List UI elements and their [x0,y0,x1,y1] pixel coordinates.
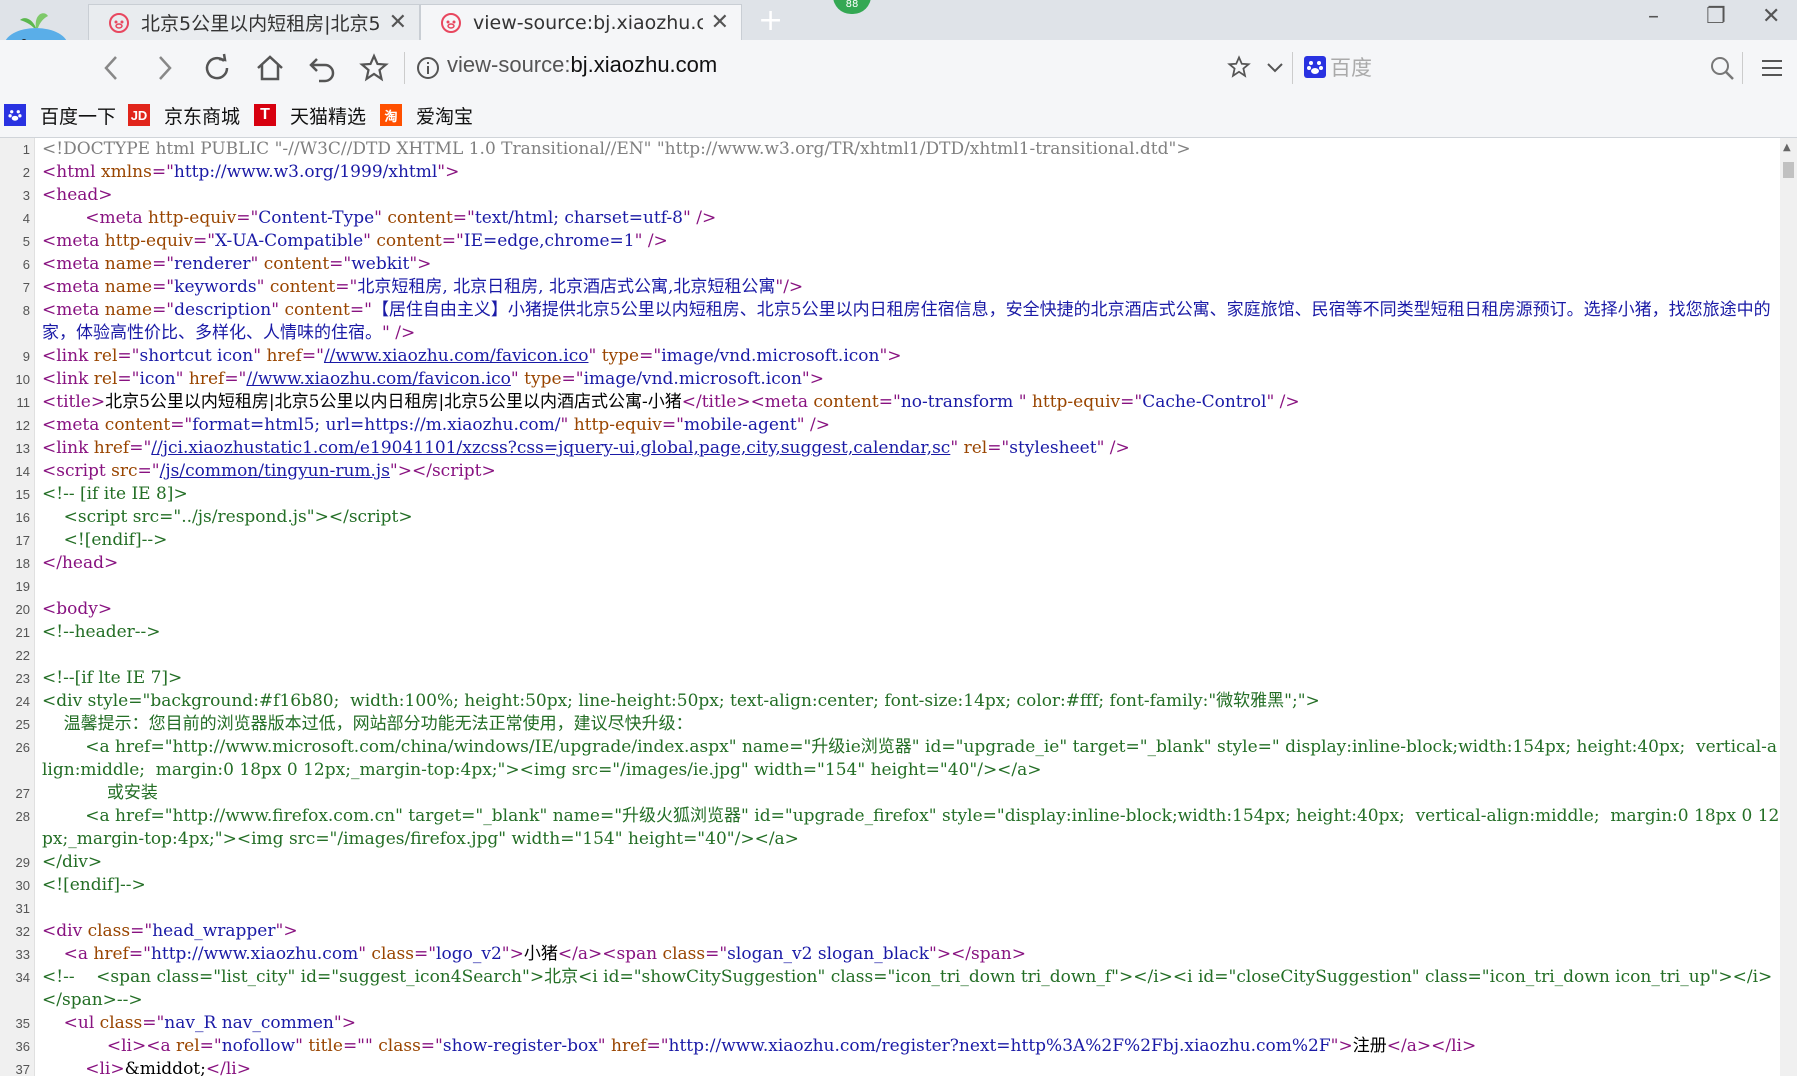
forward-icon[interactable] [146,50,182,86]
source-line: 18 </head> [15,553,119,573]
source-line: 23 <!--[if lte IE 7]> [15,668,183,688]
bookmark-label: 天猫精选 [290,105,367,128]
source-line: 36 <li><a rel="nofollow" title="" class=… [15,1036,1477,1056]
scrollbar-thumb[interactable] [1783,162,1794,178]
source-line: 33 <a href="http://www.xiaozhu.com" clas… [15,944,1026,964]
source-line: 11 <title>北京5公里以内短租房|北京5公里以内日租房|北京5公里以内酒店… [16,392,1300,412]
xiaozhu-favicon-icon [109,12,129,33]
xiaozhu-favicon-icon [441,12,461,33]
bookmark-jd[interactable]: JD 京东商城 [128,100,240,130]
jd-icon: JD [128,104,150,126]
source-line: 2 <html xmlns="http://www.w3.org/1999/xht… [22,162,460,182]
vertical-scrollbar[interactable]: ▲ [1780,138,1797,1076]
address-bar[interactable]: view-source:bj.xiaozhu.com [447,52,717,78]
source-line: 17 <![endif]--> [15,530,168,550]
bookmark-baidu[interactable]: 百度一下 [4,100,116,130]
source-line: 30 <![endif]--> [15,875,146,895]
url-host: bj.xiaozhu.com [570,52,718,77]
source-line: 5 <meta http-equiv="X-UA-Compatible" cont… [22,231,668,251]
source-line: 14 <script src="/js/common/tingyun-rum.js… [15,461,496,481]
source-line: 6 <meta name="renderer" content="webkit"> [22,254,432,274]
bookmark-label: 京东商城 [164,105,241,128]
source-line: 31 [15,901,30,916]
search-input[interactable]: 百度 [1330,52,1372,82]
source-line: 20 <body> [15,599,113,619]
source-line: 10 <link rel="icon" href="//www.xiaozhu.c… [15,369,824,389]
close-tab-icon[interactable]: ✕ [711,11,729,34]
source-link[interactable]: //www.xiaozhu.com/favicon.ico [246,369,511,389]
source-code: 1 <!DOCTYPE html PUBLIC "-//W3C//DTD XHTM… [0,138,1780,1076]
search-icon[interactable] [1704,50,1740,86]
bookmark-tmall[interactable]: T 天猫精选 [254,100,366,130]
source-line: 29 </div> [15,852,103,872]
baidu-paw-icon[interactable] [1300,52,1330,82]
restore-button[interactable]: ❐ [1706,4,1726,29]
source-line: 22 [15,648,30,663]
info-icon[interactable] [416,56,440,80]
source-line: 8 <meta name="description" content="【居住自由… [22,300,1771,343]
source-link[interactable]: //jci.xiaozhustatic1.com/e19041101/xzcss… [151,438,950,458]
divider [1742,52,1743,84]
source-line: 26 <a href="http://www.microsoft.com/chi… [15,737,1778,780]
menu-icon[interactable] [1754,50,1790,86]
baidu-paw-icon [4,104,26,126]
scroll-up-icon[interactable]: ▲ [1783,142,1791,153]
minimize-button[interactable]: – [1648,4,1659,29]
source-line: 37 <li>&middot;</li> [15,1059,251,1076]
source-line: 24 <div style="background:#f16b80; width:… [15,691,1320,711]
source-line: 3 <head> [22,185,113,205]
source-line: 9 <link rel="shortcut icon" href="//www.x… [22,346,902,366]
tmall-icon: T [254,104,276,126]
reload-icon[interactable] [199,50,235,86]
source-line: 25 温馨提示：您目前的浏览器版本过低，网站部分功能无法正常使用，建议尽快升级： [15,714,693,734]
undo-icon[interactable] [304,50,340,86]
source-line: 32 <div class="head_wrapper"> [15,921,298,941]
url-prefix: view-source: [447,52,571,77]
source-view[interactable]: 1 <!DOCTYPE html PUBLIC "-//W3C//DTD XHTM… [0,138,1780,1076]
divider [1292,52,1293,84]
taobao-icon: 淘 [380,104,402,126]
bookmark-label: 爱淘宝 [416,105,474,128]
source-line: 4 <meta http-equiv="Content-Type" conten… [22,208,717,228]
tab-label: 北京5公里以内短租房|北京5公 [141,13,381,35]
source-line: 1 <!DOCTYPE html PUBLIC "-//W3C//DTD XHTM… [22,139,1191,159]
source-line: 21 <!--header--> [15,622,161,642]
source-line: 34 <!-- <span class="list_city" id="sugge… [15,967,1773,1010]
new-tab-button[interactable]: + [758,6,783,36]
bookmark-star-icon[interactable] [1224,52,1254,82]
source-line: 16 <script src="../js/respond.js"></scri… [15,507,413,527]
home-icon[interactable] [252,50,288,86]
tab-view-source[interactable]: view-source:bj.xiaozhu.com ✕ [420,4,742,40]
source-line: 7 <meta name="keywords" content="北京短租房, 北… [22,277,804,297]
tab-xiaozhu[interactable]: 北京5公里以内短租房|北京5公 ✕ [88,4,420,40]
close-tab-icon[interactable]: ✕ [389,11,407,34]
source-line: 13 <link href="//jci.xiaozhustatic1.com/e… [15,438,1130,458]
source-line: 19 [15,579,30,594]
favorite-star-icon[interactable] [356,50,392,86]
close-window-button[interactable]: ✕ [1762,4,1780,29]
divider [404,52,405,84]
chevron-down-icon[interactable] [1260,52,1290,82]
source-link[interactable]: //www.xiaozhu.com/favicon.ico [324,346,589,366]
tab-label: view-source:bj.xiaozhu.com [473,11,703,34]
bookmark-taobao[interactable]: 淘 爱淘宝 [380,100,473,130]
source-line: 15 <!-- [if ite IE 8]> [15,484,188,504]
source-line: 35 <ul class="nav_R nav_commen"> [15,1013,356,1033]
bookmark-label: 百度一下 [40,105,117,128]
source-line: 12 <meta content="format=html5; url=https… [15,415,830,435]
source-line: 28 <a href="http://www.firefox.com.cn" t… [15,806,1780,849]
source-line: 27 或安装 [15,783,158,803]
back-icon[interactable] [94,50,130,86]
source-link[interactable]: /js/common/tingyun-rum.js [160,461,390,481]
